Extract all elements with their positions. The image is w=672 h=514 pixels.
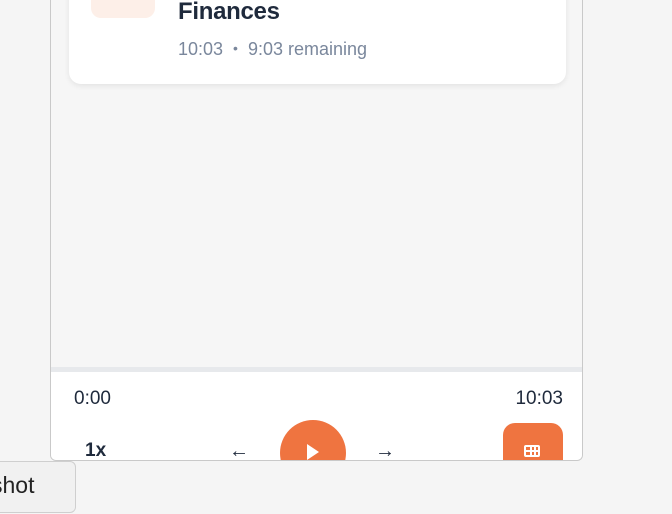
episode-remaining: 9:03 remaining: [247, 39, 368, 59]
tooltip-label: shot: [0, 472, 35, 498]
meta-separator: •: [233, 40, 238, 56]
playback-speed-button[interactable]: 1x: [85, 440, 106, 460]
total-time: 10:03: [515, 388, 563, 409]
episode-meta: 10:03 • 9:03 remaining: [178, 39, 367, 60]
arrow-left-icon: ←: [229, 440, 249, 461]
episode-thumbnail: [91, 0, 155, 18]
current-time: 0:00: [74, 388, 111, 409]
episode-card[interactable]: Finances 10:03 • 9:03 remaining: [69, 0, 566, 84]
skip-forward-button[interactable]: →: [370, 436, 400, 461]
screenshot-tooltip: shot: [0, 461, 76, 513]
grid-view-button[interactable]: [503, 423, 563, 460]
episode-duration: 10:03: [178, 39, 224, 59]
play-button[interactable]: [280, 420, 346, 460]
player-bar: 0:00 10:03 1x ← →: [51, 367, 582, 461]
arrow-right-icon: →: [375, 440, 395, 461]
app-window: Finances 10:03 • 9:03 remaining 0:00 10:03…: [50, 0, 583, 461]
episode-title: Finances: [178, 0, 280, 25]
grid-icon: [524, 445, 540, 457]
play-icon: [307, 444, 319, 460]
skip-back-button[interactable]: ←: [224, 436, 254, 461]
